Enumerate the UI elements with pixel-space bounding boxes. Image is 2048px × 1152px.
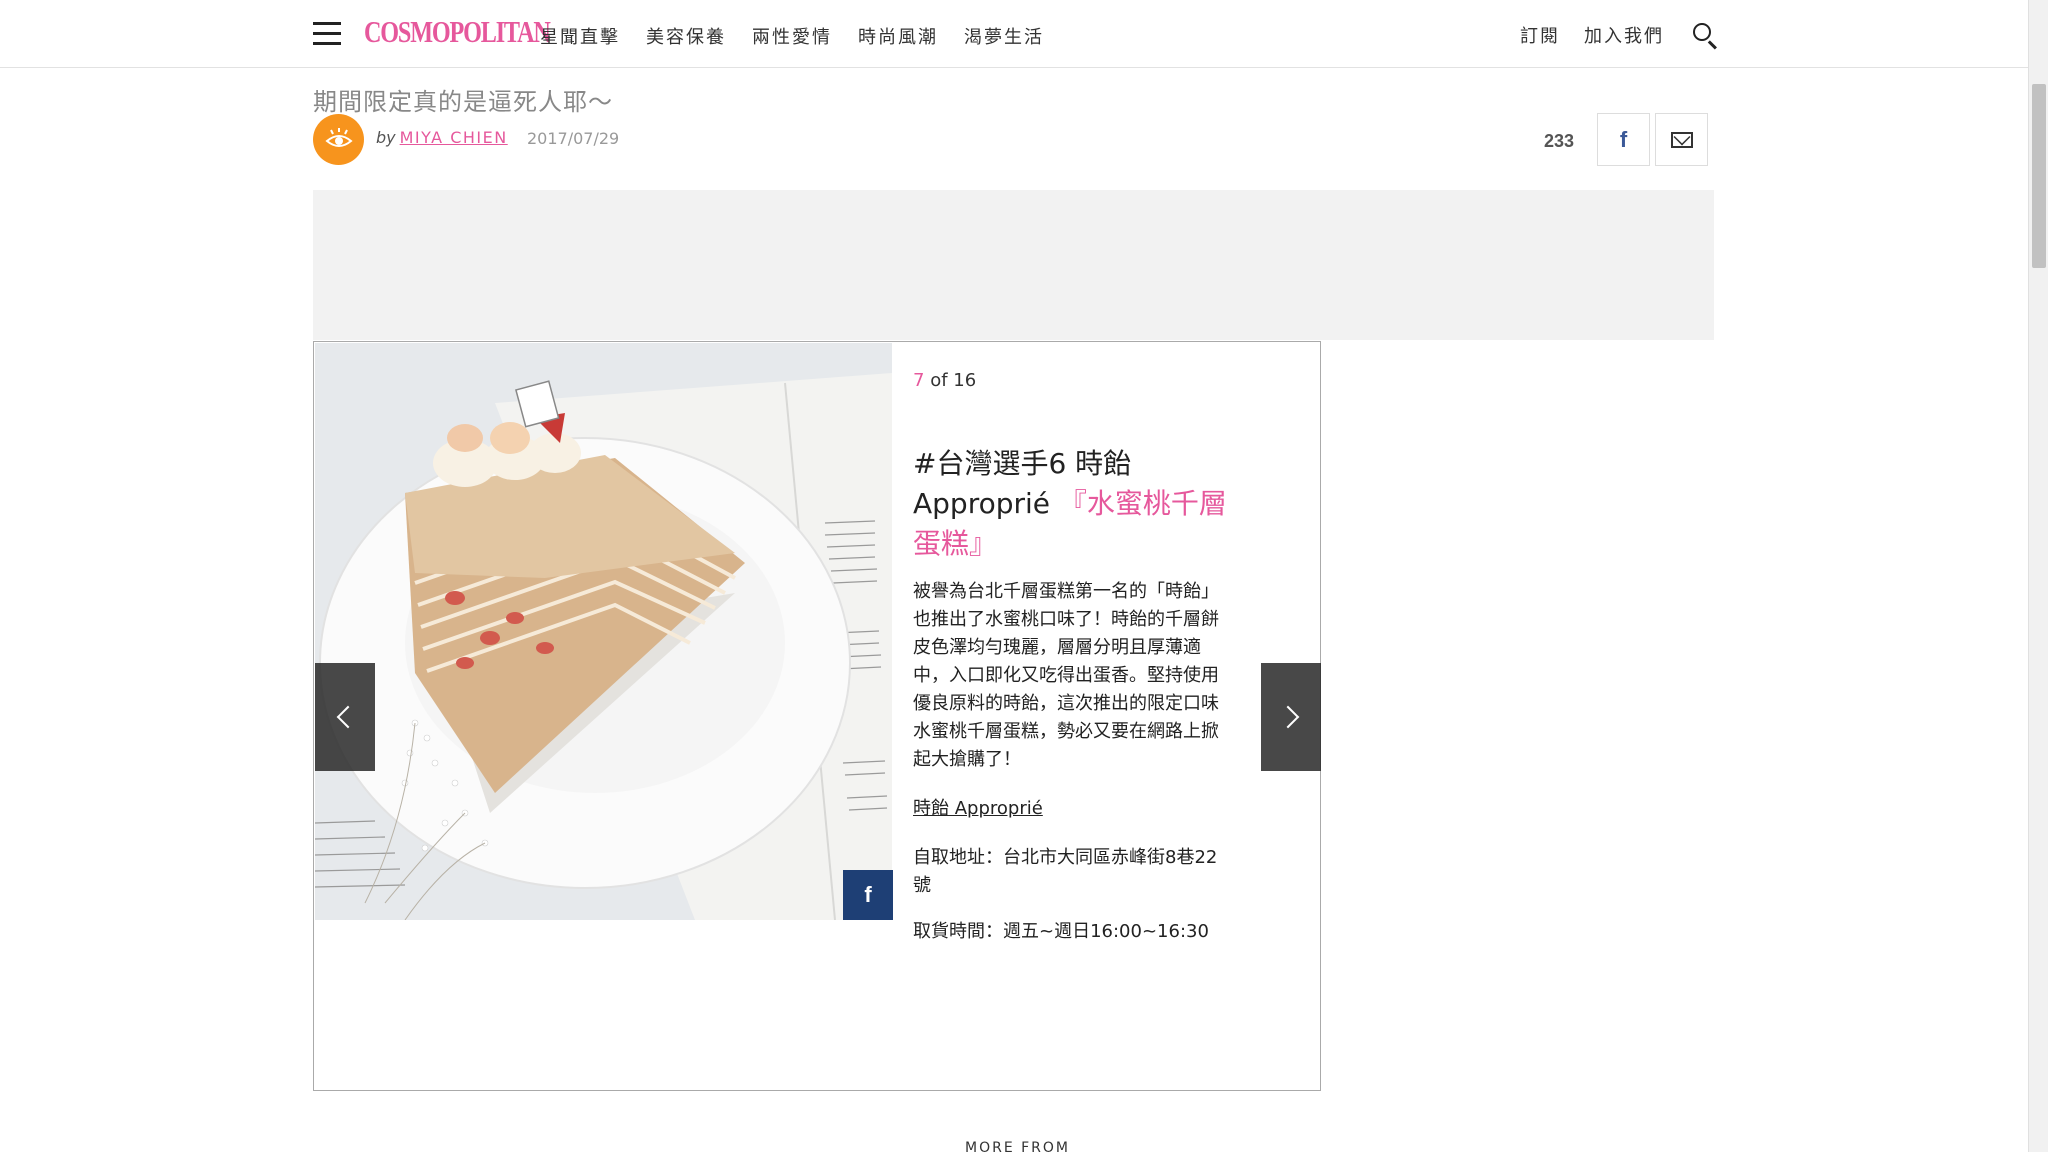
nav-right: 訂閱 加入我們 [1520,22,1718,50]
slide-description: 被譽為台北千層蛋糕第一名的「時飴」也推出了水蜜桃口味了！時飴的千層餅皮色澤均勻瑰… [913,581,1219,770]
next-slide-button[interactable] [1261,663,1321,771]
byline: by MIYA CHIEN [376,128,508,147]
image-facebook-share-button[interactable]: f [843,870,893,920]
site-logo[interactable]: COSMOPOLITAN [364,14,551,50]
article-subtitle: 期間限定真的是逼死人耶～ [313,88,613,116]
top-navigation: COSMOPOLITAN 星聞直擊 美容保養 兩性愛情 時尚風潮 渴夢生活 訂閱… [0,0,2028,68]
email-share-button[interactable] [1655,113,1708,166]
subscribe-link[interactable]: 訂閱 [1520,22,1560,48]
facebook-icon: f [1619,126,1628,152]
join-us-link[interactable]: 加入我們 [1584,22,1664,48]
slide-image [315,343,892,920]
gallery-slide: f 7 of 16 #台灣選手6 時飴 Approprié 『水蜜桃千層蛋糕』 … [313,341,1321,1091]
nav-links: 星聞直擊 美容保養 兩性愛情 時尚風潮 渴夢生活 [540,23,1044,49]
chevron-right-icon [1276,705,1300,729]
shop-link[interactable]: 時飴 Approprié [913,794,1043,820]
nav-link-fashion[interactable]: 時尚風潮 [858,23,938,49]
share-count: 233 [1544,131,1575,151]
nav-link-love[interactable]: 兩性愛情 [752,23,832,49]
slide-title: #台灣選手6 時飴 Approprié 『水蜜桃千層蛋糕』 [913,444,1233,564]
facebook-icon: f [864,882,872,907]
mail-icon [1670,131,1693,148]
author-link[interactable]: MIYA CHIEN [400,128,508,147]
nav-link-celebrity[interactable]: 星聞直擊 [540,23,620,49]
scrollbar-thumb[interactable] [2032,84,2046,268]
byline-prefix: by [376,128,396,147]
facebook-share-button[interactable]: f [1597,113,1650,166]
hamburger-menu-icon[interactable] [313,22,341,46]
chevron-left-icon [336,705,360,729]
eye-icon [324,127,353,147]
nav-link-beauty[interactable]: 美容保養 [646,23,726,49]
slide-counter: 7 of 16 [913,370,976,391]
page-scrollbar[interactable] [2028,0,2048,1152]
author-avatar[interactable] [313,114,364,165]
slide-counter-total: of 16 [930,370,977,391]
publish-date: 2017/07/29 [527,129,620,148]
more-from-heading: MORE FROM [965,1140,1071,1152]
previous-slide-button[interactable] [315,663,375,771]
pickup-hours: 取貨時間：週五~週日16:00~16:30 [913,921,1209,942]
slide-counter-current: 7 [913,370,925,391]
nav-link-lifestyle[interactable]: 渴夢生活 [964,23,1044,49]
search-icon[interactable] [1692,22,1718,50]
pickup-address: 自取地址：台北市大同區赤峰街8巷22號 [913,847,1218,896]
ad-banner [313,190,1714,340]
